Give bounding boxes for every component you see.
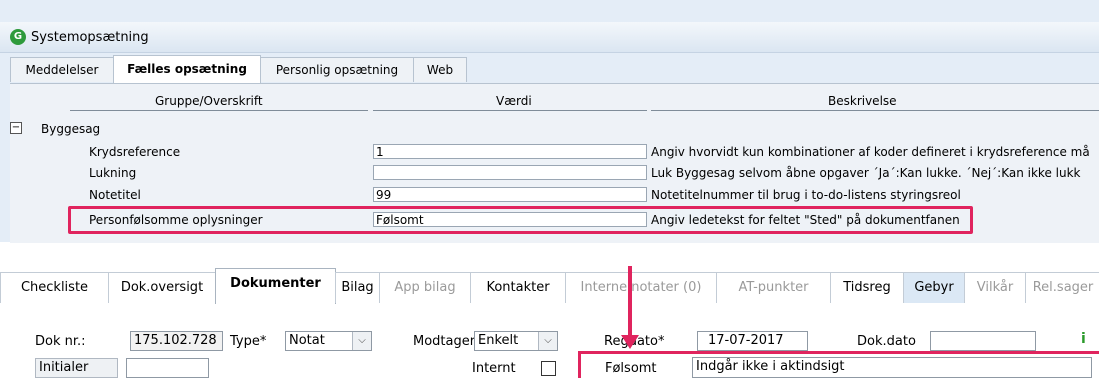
tab-app-bilag[interactable]: App bilag [379,272,471,303]
tab-faelles-opsaetning[interactable]: Fælles opsætning [113,55,261,84]
dokdato-field[interactable] [930,331,1036,351]
dok-nr-label: Dok nr.: [35,334,86,349]
app-logo-icon: G [10,29,26,45]
arrow-down-icon [621,335,639,349]
column-header-group[interactable]: Gruppe/Overskrift [155,94,263,108]
tab-tidsreg[interactable]: Tidsreg [830,272,904,303]
tab-web[interactable]: Web [413,57,467,82]
info-icon[interactable]: i [1081,331,1086,347]
folsomt-label: Følsomt [605,361,657,376]
tab-gebyr[interactable]: Gebyr [903,272,965,303]
tab-interne-notater[interactable]: Interne notater (0) [565,272,717,303]
document-tabs: Checkliste Dok.oversigt Dokumenter Bilag… [0,268,1099,304]
tab-vilkar[interactable]: Vilkår [964,272,1026,303]
row-label-notetitel: Notetitel [89,188,141,202]
group-label: Byggesag [41,122,101,136]
initialer-field[interactable] [126,358,209,378]
value-field-lukning[interactable] [373,165,647,180]
description-notetitel: Notetitelnummer til brug i to-do-listens… [651,188,961,202]
header-divider [70,110,368,111]
dokdato-label: Dok.dato [857,334,916,349]
column-header-value[interactable]: Værdi [496,94,532,108]
row-label-krydsreference: Krydsreference [89,145,181,159]
tab-at-punkter[interactable]: AT-punkter [716,272,831,303]
internt-label: Internt [472,361,516,376]
row-label-lukning: Lukning [89,166,137,180]
initialer-button[interactable]: Initialer [35,358,118,378]
tab-kontakter[interactable]: Kontakter [470,272,566,303]
folsomt-field[interactable]: Indgår ikke i aktindsigt [692,357,1092,378]
value-field-krydsreference[interactable]: 1 [373,144,647,159]
tab-dokumenter[interactable]: Dokumenter [215,268,336,304]
annotation-arrow [628,266,632,338]
header-divider [651,110,1099,111]
tab-personlig-opsaetning[interactable]: Personlig opsætning [260,57,414,82]
tab-rel-sager[interactable]: Rel.sager [1025,272,1099,303]
window-titlebar: G Systemopsætning [0,22,1099,53]
value-field-notetitel[interactable]: 99 [373,187,647,202]
dok-nr-field: 175.102.728 [130,331,223,351]
chevron-down-icon[interactable]: ⌵ [538,332,557,350]
type-label: Type* [230,334,267,349]
regdato-field[interactable]: 17-07-2017 [697,331,808,351]
modtager-select[interactable]: Enkelt ⌵ [474,331,558,351]
tab-bilag[interactable]: Bilag [335,272,380,303]
tab-dok-oversigt[interactable]: Dok.oversigt [108,272,216,303]
tab-meddelelser[interactable]: Meddelelser [10,57,114,82]
modtager-label: Modtager [413,334,476,349]
collapse-group-icon[interactable]: − [10,122,22,134]
internt-checkbox[interactable] [541,361,556,376]
description-lukning: Luk Byggesag selvom åbne opgaver ´Ja´:Ka… [651,166,1081,180]
type-value: Notat [289,333,325,348]
modtager-value: Enkelt [478,333,519,348]
window-title: Systemopsætning [31,30,149,45]
tab-checkliste[interactable]: Checkliste [0,272,109,303]
column-header-description[interactable]: Beskrivelse [828,94,897,108]
type-select[interactable]: Notat ⌵ [285,331,372,351]
header-divider [373,110,647,111]
chevron-down-icon[interactable]: ⌵ [352,332,371,350]
description-krydsreference: Angiv hvorvidt kun kombinationer af kode… [651,145,1090,159]
highlight-box [68,206,973,234]
